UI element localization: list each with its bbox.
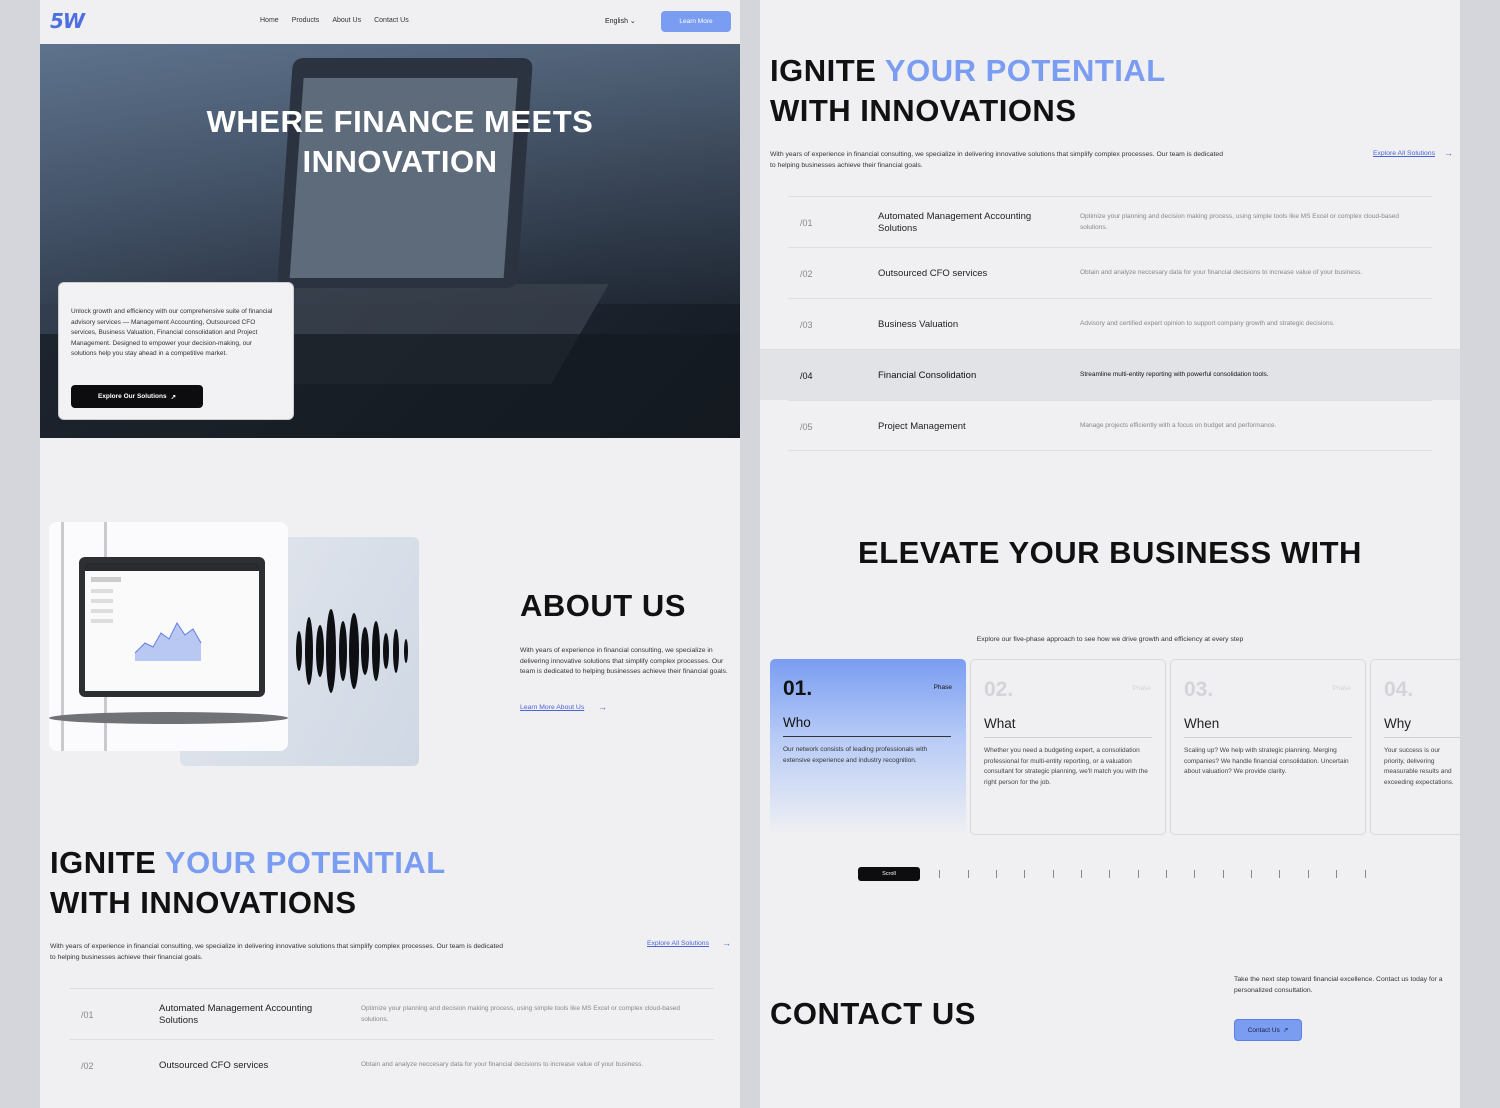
arrow-right-icon: → [722,938,731,948]
ignite-text: With years of experience in financial co… [50,943,503,961]
nav-about-us[interactable]: About Us [332,17,361,24]
scroll-tick [939,870,940,878]
scroll-tick [1336,870,1337,878]
service-row[interactable]: /05 Project Management Manage projects e… [788,400,1432,451]
service-row[interactable]: /01 Automated Management Accounting Solu… [788,196,1432,247]
explore-all-solutions-link[interactable]: Explore All Solutions [647,940,709,947]
explore-solutions-button[interactable]: Explore Our Solutions ↗ [71,385,203,408]
scroll-tick [1365,870,1366,878]
nav-products[interactable]: Products [292,17,320,24]
main-nav: Home Products About Us Contact Us [260,17,409,24]
scroll-tick [1166,870,1167,878]
language-selector[interactable]: English ⌄ [605,17,636,25]
explore-solutions-label: Explore Our Solutions [97,393,167,400]
left-page-panel: 5W Home Products About Us Contact Us Eng… [40,0,740,1108]
about-title: ABOUT US [520,588,686,623]
elevate-subtitle: Explore our five-phase approach to see h… [976,636,1244,643]
ignite-title-accent: YOUR POTENTIAL [164,845,446,880]
explore-all-solutions-link[interactable]: Explore All Solutions [1373,150,1435,157]
site-header: 5W Home Products About Us Contact Us Eng… [40,0,740,44]
contact-us-label: Contact Us [1247,1026,1280,1034]
scroll-tick [1138,870,1139,878]
hero-card: Unlock growth and efficiency with our co… [58,282,294,420]
scroll-tick [1308,870,1309,878]
scroll-tick [1194,870,1195,878]
ignite-title-accent: YOUR POTENTIAL [884,53,1166,88]
arrow-right-icon: → [598,702,607,712]
scroll-tick [1081,870,1082,878]
phase-card-who[interactable]: 01. Phase Who Our network consists of le… [770,659,966,835]
about-text: With years of experience in financial co… [520,647,728,675]
service-row-active[interactable]: /04 Financial Consolidation Streamline m… [760,349,1460,400]
service-row[interactable]: /02 Outsourced CFO services Obtain and a… [788,247,1432,298]
scroll-indicator[interactable]: Scroll [858,867,920,881]
elevate-title: ELEVATE YOUR BUSINESS WITH [858,535,1362,570]
about-laptop-screen [79,557,265,697]
arrow-up-right-icon: ↗ [1282,1027,1289,1034]
ignite-title: IGNITE YOUR POTENTIAL WITH INNOVATIONS [50,845,446,920]
learn-more-about-link[interactable]: Learn More About Us [520,704,584,711]
phase-card-why[interactable]: 04. Why Your success is our priority, de… [1370,659,1460,835]
scroll-tick [996,870,997,878]
scroll-tick [1223,870,1224,878]
service-row[interactable]: /02 Outsourced CFO services Obtain and a… [69,1039,714,1090]
phase-card-when[interactable]: 03. Phase When Scaling up? We help with … [1170,659,1366,835]
contact-us-button[interactable]: Contact Us ↗ [1234,1019,1302,1041]
about-laptop-image [49,522,288,751]
contact-title: CONTACT US [770,996,976,1031]
scroll-tick [1279,870,1280,878]
nav-contact-us[interactable]: Contact Us [374,17,409,24]
learn-more-button[interactable]: Learn More [661,11,731,32]
scroll-tick [1251,870,1252,878]
right-page-panel: IGNITE YOUR POTENTIAL WITH INNOVATIONS W… [760,0,1460,1108]
chevron-down-icon: ⌄ [629,18,636,25]
hero-title: WHERE FINANCE MEETS INNOVATION [206,104,594,179]
scroll-tick [968,870,969,878]
scroll-tick [1109,870,1110,878]
sound-wave-image [296,609,408,693]
service-row[interactable]: /03 Business Valuation Advisory and cert… [788,298,1432,349]
phase-card-what[interactable]: 02. Phase What Whether you need a budget… [970,659,1166,835]
services-list: /01 Automated Management Accounting Solu… [69,988,714,1090]
hero-card-text: Unlock growth and efficiency with our co… [71,308,273,357]
hero-section: WHERE FINANCE MEETS INNOVATION Unlock gr… [40,44,740,438]
scroll-tick [1024,870,1025,878]
scroll-tick [1053,870,1054,878]
services-list: /01 Automated Management Accounting Solu… [760,196,1460,451]
nav-home[interactable]: Home [260,17,279,24]
arrow-up-right-icon: ↗ [170,393,177,401]
service-row[interactable]: /01 Automated Management Accounting Solu… [69,988,714,1039]
contact-text: Take the next step toward financial exce… [1234,976,1443,994]
language-label: English [605,18,628,25]
logo[interactable]: 5W [50,9,85,33]
ignite-text: With years of experience in financial co… [770,151,1223,169]
arrow-right-icon: → [1444,148,1453,158]
dashboard-chart-image [85,563,259,661]
ignite-title: IGNITE YOUR POTENTIAL WITH INNOVATIONS [770,53,1166,128]
